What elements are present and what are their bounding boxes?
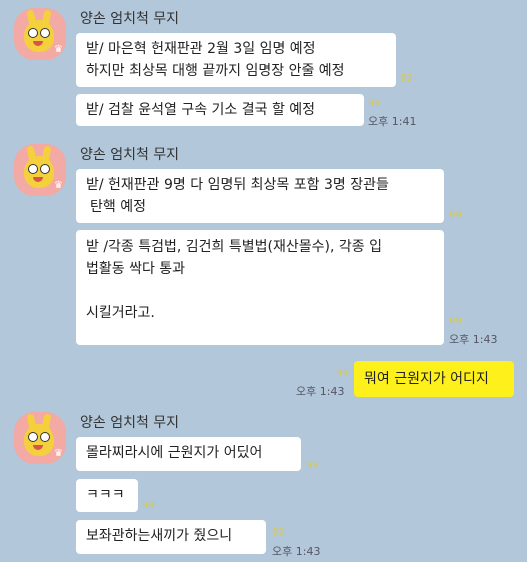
message-text: ㅋㅋㅋ [86,487,125,503]
message-time: 오후 1:41 [368,115,417,128]
my-message-bubble[interactable]: 뭐여 근원지가 어디지 [354,361,514,397]
avatar[interactable]: ♛ [14,144,66,196]
sender-name: 양손 엄치척 무지 [80,415,180,431]
crown-icon: ♛ [54,180,63,191]
message-text: 몰라찌라시에 근원지가 어딨어 [86,445,263,461]
message-text: 하지만 최상목 대행 끝까지 임명장 안줄 예정 [86,63,345,79]
sender-name: 양손 엄치척 무지 [80,147,180,163]
message-text: 법활동 싹다 통과 [86,261,186,277]
unread-count: 99 [336,368,349,379]
message-bubble[interactable]: 받/ 마은혁 헌재판관 2월 3일 임명 예정 하지만 최상목 대행 끝까지 임… [76,33,396,87]
unread-count: 99 [306,460,319,471]
message-text: 탄핵 예정 [90,199,146,215]
message-time: 오후 1:43 [449,333,498,346]
crown-icon: ♛ [54,44,63,55]
message-text: 보좌관하는새끼가 줬으니 [86,528,233,544]
message-bubble[interactable]: 받/ 검찰 윤석열 구속 기소 결국 할 예정 [76,94,364,126]
avatar[interactable]: ♛ [14,412,66,464]
message-text: 뭐여 근원지가 어디지 [364,371,489,387]
message-bubble[interactable]: 보좌관하는새끼가 줬으니 [76,520,266,554]
unread-count: 99 [272,527,285,538]
unread-count: 99 [449,316,462,327]
message-bubble[interactable]: 받 /각종 특검법, 김건희 특별법(재산몰수), 각종 입 법활동 싹다 통과… [76,230,444,345]
unread-count: 99 [142,500,155,511]
message-bubble[interactable]: 몰라찌라시에 근원지가 어딨어 [76,437,301,471]
avatar[interactable]: ♛ [14,8,66,60]
message-bubble[interactable]: 받/ 헌재판관 9명 다 임명뒤 최상목 포함 3명 장관들 탄핵 예정 [76,169,444,223]
message-text: 받/ 검찰 윤석열 구속 기소 결국 할 예정 [86,102,316,118]
message-time: 오후 1:43 [272,545,321,558]
message-text [86,280,434,302]
unread-count: 99 [368,98,381,109]
sender-name: 양손 엄치척 무지 [80,11,180,27]
unread-count: 99 [449,210,462,221]
message-text: 받/ 마은혁 헌재판관 2월 3일 임명 예정 [86,41,316,57]
unread-count: 99 [400,73,413,84]
crown-icon: ♛ [54,448,63,459]
message-text: 받/ 헌재판관 9명 다 임명뒤 최상목 포함 3명 장관들 [86,177,389,193]
message-text: 시킬거라고. [86,305,155,321]
message-time: 오후 1:43 [296,385,345,398]
message-bubble[interactable]: ㅋㅋㅋ [76,479,138,512]
message-text: 받 /각종 특검법, 김건희 특별법(재산몰수), 각종 입 [86,239,382,255]
